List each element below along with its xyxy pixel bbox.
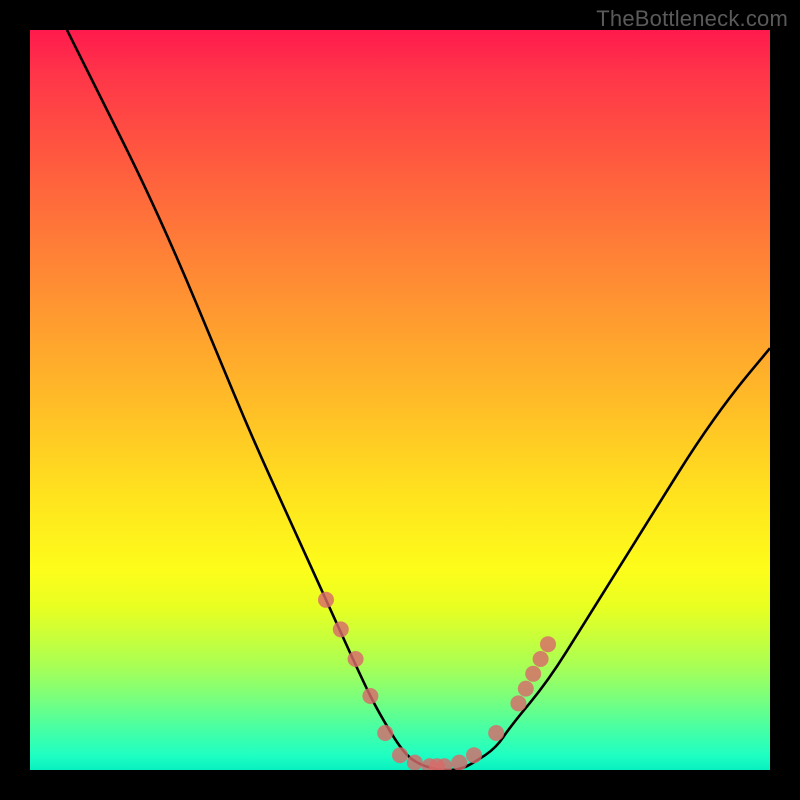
highlight-marker [318,592,334,608]
highlight-marker [518,681,534,697]
highlight-marker [377,725,393,741]
highlight-marker [510,695,526,711]
highlight-markers-group [318,592,556,770]
highlight-marker [451,755,467,770]
highlight-marker [333,621,349,637]
highlight-marker [348,651,364,667]
highlight-marker [540,636,556,652]
bottleneck-curve-svg [30,30,770,770]
highlight-marker [362,688,378,704]
highlight-marker [392,747,408,763]
highlight-marker [533,651,549,667]
highlight-marker [466,747,482,763]
watermark-text: TheBottleneck.com [596,6,788,32]
highlight-marker [407,755,423,770]
highlight-marker [488,725,504,741]
chart-frame [30,30,770,770]
highlight-marker [525,666,541,682]
bottleneck-curve-path [67,30,770,770]
